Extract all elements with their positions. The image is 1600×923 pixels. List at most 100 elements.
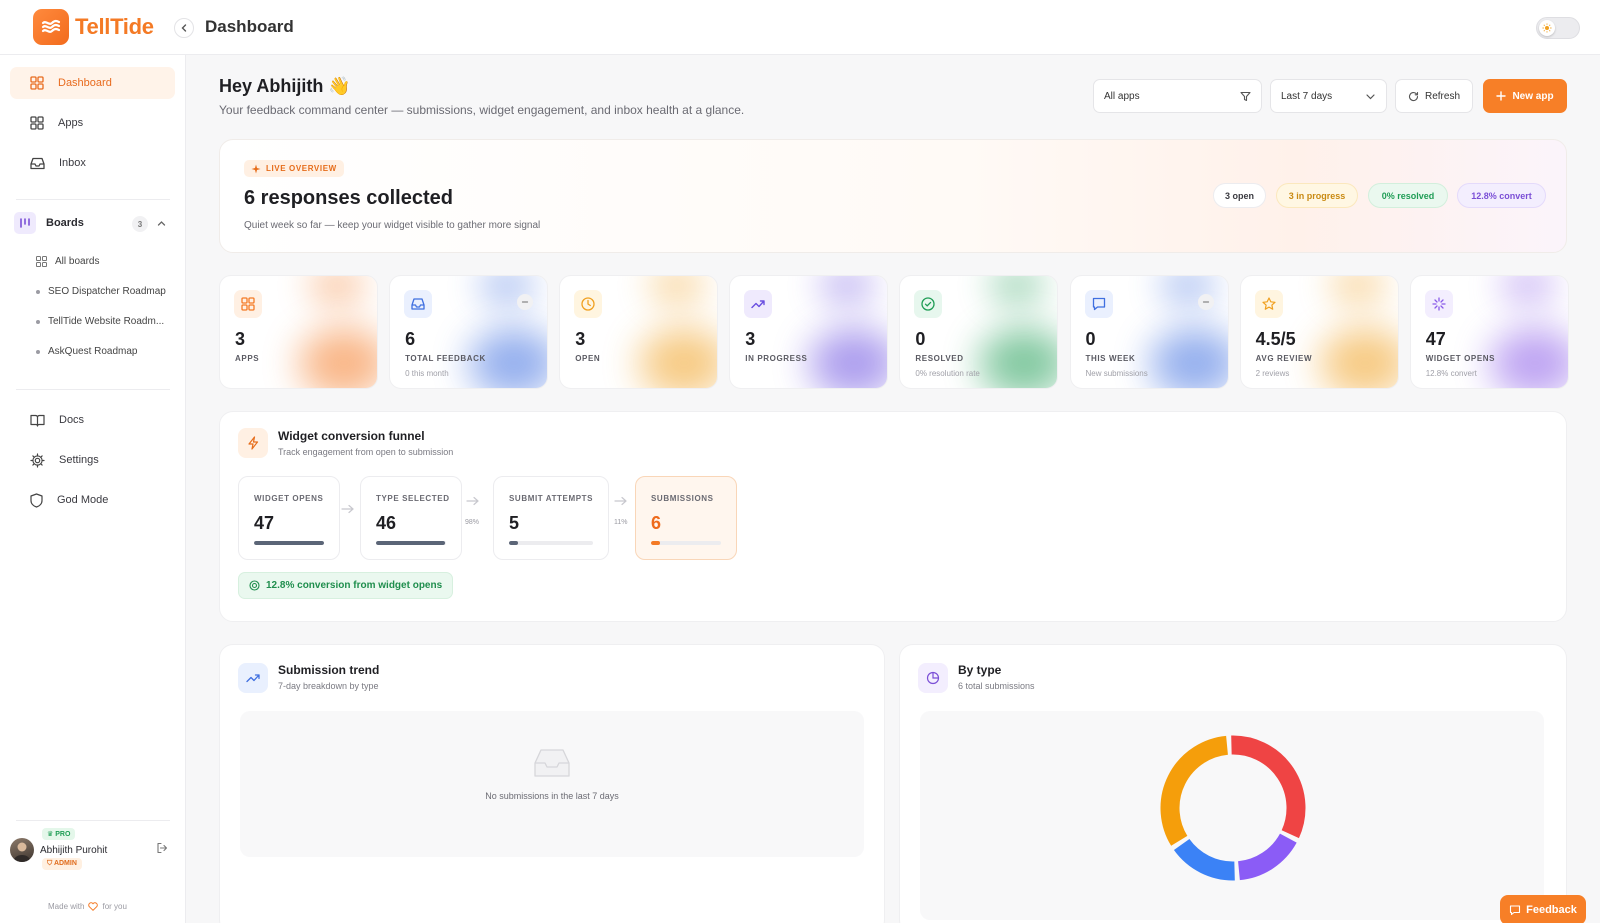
app-filter-select[interactable]: All apps xyxy=(1093,79,1262,113)
stat-value: 6 xyxy=(405,329,416,349)
card-glow xyxy=(1489,328,1568,388)
made-with-text: for you xyxy=(102,902,127,911)
stat-label: AVG REVIEW xyxy=(1255,354,1313,363)
logout-icon[interactable] xyxy=(156,842,168,854)
board-item-all-boards[interactable]: All boards xyxy=(36,256,99,267)
chat-bubble-icon xyxy=(1510,905,1521,916)
theme-toggle[interactable] xyxy=(1536,17,1580,39)
refresh-label: Refresh xyxy=(1424,90,1460,102)
submission-trend-panel: Submission trend 7-day breakdown by type… xyxy=(219,644,885,923)
sparkle-icon xyxy=(251,164,261,173)
sidebar-item-dashboard[interactable]: Dashboard xyxy=(10,67,175,99)
funnel-step-label: SUBMIT ATTEMPTS xyxy=(509,494,594,503)
grid-icon xyxy=(36,256,47,267)
avatar xyxy=(10,838,34,862)
apps-icon xyxy=(30,116,44,130)
app-filter-value: All apps xyxy=(1104,90,1140,102)
trend-icon xyxy=(238,663,268,693)
boards-section-toggle[interactable]: Boards 3 xyxy=(14,208,174,238)
funnel-step-label: TYPE SELECTED xyxy=(376,494,450,503)
live-overview-badge: LIVE OVERVIEW xyxy=(244,160,344,177)
board-item[interactable]: AskQuest Roadmap xyxy=(36,346,138,357)
stat-card-widget-opens[interactable]: 47 WIDGET OPENS 12.8% convert xyxy=(1409,275,1569,389)
stat-label: IN PROGRESS xyxy=(745,354,808,363)
new-app-button[interactable]: New app xyxy=(1483,79,1567,113)
user-name: Abhijith Purohit xyxy=(40,845,108,856)
funnel-rate: 11% xyxy=(614,519,628,526)
stat-subtext: 12.8% convert xyxy=(1425,369,1477,378)
hero-subtitle: Quiet week so far — keep your widget vis… xyxy=(244,220,541,231)
sidebar-item-settings[interactable]: Settings xyxy=(10,444,175,476)
sidebar-item-label: Settings xyxy=(59,454,99,466)
stat-card-apps[interactable]: 3 APPS xyxy=(219,275,378,389)
greeting: Hey Abhijith 👋 xyxy=(219,76,351,97)
stat-card-total-feedback[interactable]: 6 TOTAL FEEDBACK 0 this month xyxy=(389,275,549,389)
donut-slice-feature[interactable] xyxy=(1237,833,1297,881)
arrow-right-icon xyxy=(614,496,630,506)
funnel-step-bar xyxy=(376,541,446,545)
funnel-step-value: 47 xyxy=(254,513,275,533)
funnel-step-bar-fill xyxy=(254,541,324,545)
sidebar-item-docs[interactable]: Docs xyxy=(10,404,175,436)
page-title: Dashboard xyxy=(205,17,294,36)
star-icon xyxy=(1254,290,1283,318)
board-item-label: SEO Dispatcher Roadmap xyxy=(48,286,166,297)
funnel-step-value: 5 xyxy=(509,513,520,533)
donut-slice-feedback[interactable] xyxy=(1173,838,1235,881)
inbox-icon xyxy=(30,157,45,169)
stat-label: WIDGET OPENS xyxy=(1425,354,1496,363)
sidebar-divider xyxy=(16,820,170,821)
funnel-step-bar xyxy=(651,541,721,545)
stat-subtext: 0 this month xyxy=(405,369,449,378)
donut-slice-review[interactable] xyxy=(1160,735,1229,846)
sun-icon xyxy=(1539,20,1555,36)
bolt-icon xyxy=(238,428,268,458)
date-range-select[interactable]: Last 7 days xyxy=(1270,79,1387,113)
feedback-widget-button[interactable]: Feedback xyxy=(1500,895,1586,923)
donut-chart-area: FeatureFeedbackIssueReview xyxy=(920,711,1544,920)
stat-card-in-progress[interactable]: 3 IN PROGRESS xyxy=(729,275,889,389)
sidebar-item-god-mode[interactable]: God Mode xyxy=(10,484,175,516)
kanban-icon xyxy=(14,212,36,234)
funnel-step-value: 46 xyxy=(376,513,397,533)
user-profile[interactable]: ♛ PRO Abhijith Purohit ⛉ ADMIN xyxy=(8,828,180,888)
stat-label: THIS WEEK xyxy=(1085,354,1136,363)
stat-value: 3 xyxy=(235,329,246,349)
board-item[interactable]: TellTide Website Roadm... xyxy=(36,316,164,327)
donut-slice-issue[interactable] xyxy=(1231,735,1306,839)
sidebar-item-label: Inbox xyxy=(59,157,86,169)
stat-value: 4.5/5 xyxy=(1255,329,1296,349)
grid-icon xyxy=(30,76,44,90)
made-with-footer: Made with for you xyxy=(48,902,127,911)
refresh-button[interactable]: Refresh xyxy=(1395,79,1473,113)
book-icon xyxy=(30,414,45,427)
collapse-sidebar-button[interactable] xyxy=(174,18,194,38)
stat-card-avg-review[interactable]: 4.5/5 AVG REVIEW 2 reviews xyxy=(1239,275,1399,389)
card-glow xyxy=(1149,328,1228,388)
card-glow xyxy=(639,328,718,388)
sidebar-item-inbox[interactable]: Inbox xyxy=(10,147,175,179)
funnel-step-value: 6 xyxy=(651,513,662,533)
by-type-title: By type xyxy=(958,663,1002,677)
funnel-subtitle: Track engagement from open to submission xyxy=(278,447,454,457)
funnel-step-widget-opens: WIDGET OPENS 47 xyxy=(238,476,340,560)
sidebar-item-apps[interactable]: Apps xyxy=(10,107,175,139)
target-icon xyxy=(249,580,260,591)
funnel-step-bar-fill xyxy=(376,541,445,545)
stat-card-open[interactable]: 3 OPEN xyxy=(559,275,719,389)
date-range-value: Last 7 days xyxy=(1281,90,1333,102)
conversion-summary: 12.8% conversion from widget opens xyxy=(238,572,454,599)
trend-empty-state: No submissions in the last 7 days xyxy=(240,711,864,857)
stat-label: OPEN xyxy=(575,354,601,363)
sidebar-item-label: God Mode xyxy=(57,494,109,506)
app-logo[interactable]: TellTide xyxy=(33,9,154,45)
card-glow xyxy=(817,276,878,306)
chevron-up-icon xyxy=(157,221,166,226)
clock-icon xyxy=(574,290,603,318)
stat-card-this-week[interactable]: 0 THIS WEEK New submissions xyxy=(1069,275,1229,389)
funnel-step-label: SUBMISSIONS xyxy=(651,494,714,503)
stat-card-resolved[interactable]: 0 RESOLVED 0% resolution rate xyxy=(899,275,1059,389)
greeting-text: Hey Abhijith xyxy=(219,76,324,96)
bullet-icon xyxy=(36,289,40,294)
board-item[interactable]: SEO Dispatcher Roadmap xyxy=(36,286,166,297)
